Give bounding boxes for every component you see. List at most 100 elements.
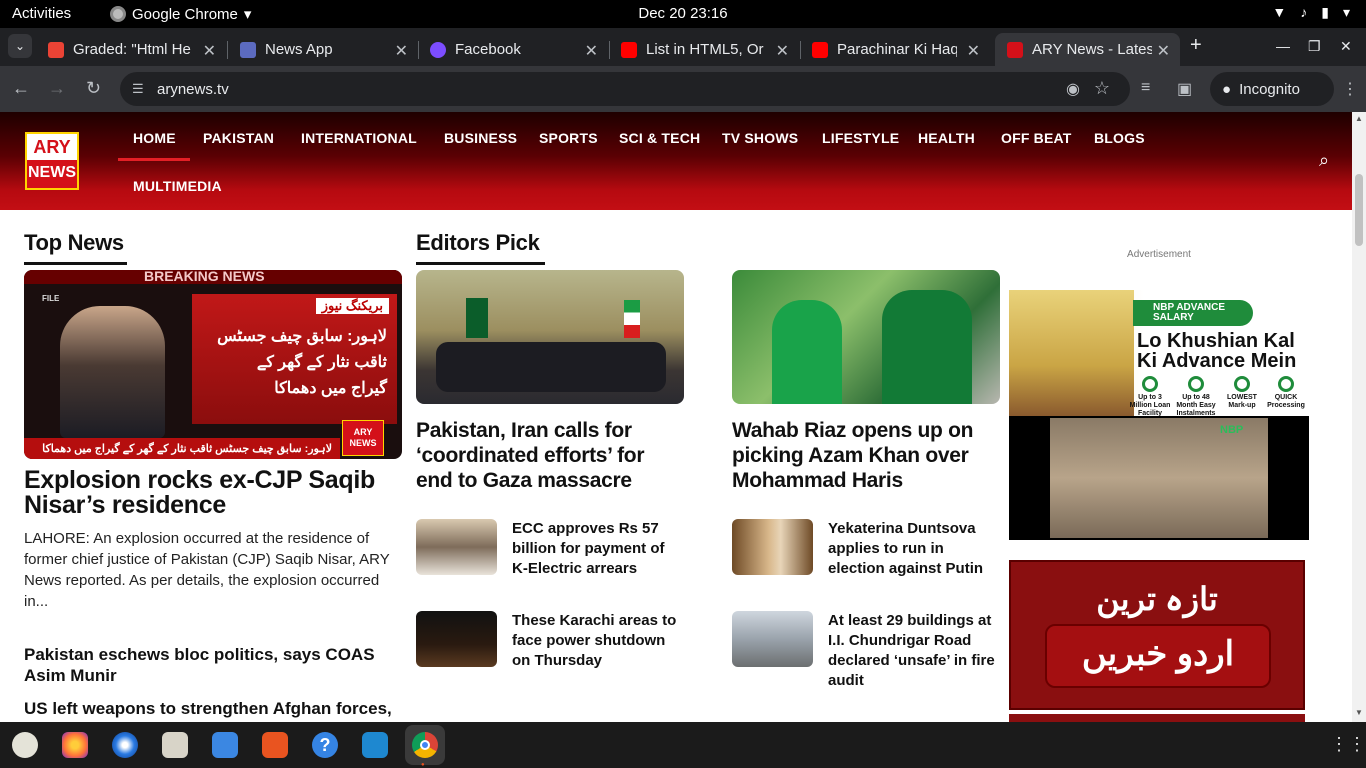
close-icon[interactable]: ✕ — [1157, 41, 1170, 61]
new-tab-plus-icon[interactable]: + — [1190, 34, 1202, 57]
close-icon[interactable]: ✕ — [776, 41, 789, 61]
down-arrow-icon — [1234, 376, 1250, 392]
url-text[interactable]: arynews.tv — [157, 81, 229, 98]
activities-button[interactable]: Activities — [12, 5, 71, 22]
small-headline-chundrigar[interactable]: At least 29 buildings at I.I. Chundrigar… — [828, 611, 1000, 691]
files-icon[interactable] — [162, 732, 188, 758]
close-icon[interactable]: ✕ — [585, 41, 598, 61]
thumb-karachi[interactable] — [416, 611, 497, 667]
nav-multimedia[interactable]: MULTIMEDIA — [133, 178, 222, 194]
app-grid-icon[interactable]: ⋮⋮⋮ — [1330, 734, 1366, 755]
scrollbar-thumb[interactable] — [1355, 174, 1363, 246]
nbp-video-logo: NBP — [1220, 424, 1244, 436]
ary-news-logo[interactable]: ARY NEWS — [25, 132, 79, 190]
running-indicator: ● — [421, 762, 425, 768]
eye-off-icon[interactable]: ◉ — [1066, 79, 1080, 99]
feature-headline-wahab[interactable]: Wahab Riaz opens up on picking Azam Khan… — [732, 418, 1000, 493]
firefox-icon[interactable] — [62, 732, 88, 758]
app-menu[interactable]: Google Chrome ▾ — [110, 5, 251, 23]
tab-graded[interactable]: Graded: "Html He ✕ — [36, 33, 226, 66]
bookmark-star-icon[interactable]: ☆ — [1094, 78, 1110, 99]
advert-people-photo — [1009, 290, 1134, 416]
tab-search-button[interactable]: ⌄ — [8, 34, 32, 58]
top-news-image[interactable]: BREAKING NEWS FILE بریکنگ نیوز لاہور: سا… — [24, 270, 402, 459]
tab-news-app[interactable]: News App ✕ — [228, 33, 418, 66]
close-icon[interactable]: ✕ — [203, 41, 216, 61]
news-link-us-weapons[interactable]: US left weapons to strengthen Afghan for… — [24, 698, 404, 720]
minimize-icon[interactable]: — — [1276, 38, 1290, 54]
advert-feature: QUICK Processing — [1263, 376, 1309, 410]
close-icon[interactable]: ✕ — [967, 41, 980, 61]
site-header: ARY NEWS HOME PAKISTAN INTERNATIONAL BUS… — [0, 112, 1352, 210]
nav-blogs[interactable]: BLOGS — [1094, 130, 1145, 146]
news-link-coas[interactable]: Pakistan eschews bloc politics, says COA… — [24, 644, 402, 686]
rhythmbox-icon[interactable] — [12, 732, 38, 758]
nav-lifestyle[interactable]: LIFESTYLE — [822, 130, 899, 146]
page-scrollbar[interactable]: ▲ ▼ — [1352, 112, 1366, 722]
advert-line-2: Ki Advance Mein — [1137, 350, 1297, 372]
nav-home[interactable]: HOME — [133, 130, 176, 146]
tab-ary-news[interactable]: ARY News - Latest ✕ — [995, 33, 1180, 66]
small-headline-ecc[interactable]: ECC approves Rs 57 billion for payment o… — [512, 519, 684, 579]
ary-news-favicon-icon — [1007, 41, 1023, 58]
nav-health[interactable]: HEALTH — [918, 130, 975, 146]
thumb-ecc[interactable] — [416, 519, 497, 575]
scroll-down-icon[interactable]: ▼ — [1355, 708, 1363, 717]
vscode-icon[interactable] — [362, 732, 388, 758]
media-control-icon[interactable]: ≡ — [1141, 79, 1150, 97]
chrome-dock-selected[interactable] — [405, 725, 445, 765]
section-title-top-news: Top News — [24, 230, 124, 255]
nbp-advert-banner[interactable]: NBP ADVANCE SALARY Lo Khushian Kal Ki Ad… — [1009, 290, 1309, 416]
nav-tv-shows[interactable]: TV SHOWS — [722, 130, 798, 146]
side-panel-icon[interactable]: ▣ — [1177, 79, 1192, 99]
scroll-up-icon[interactable]: ▲ — [1355, 114, 1363, 123]
calendar-icon — [1188, 376, 1204, 392]
advert-feature: Up to 3 Million Loan Facility — [1127, 376, 1173, 416]
incognito-indicator[interactable]: ● Incognito — [1210, 72, 1334, 106]
writer-icon[interactable] — [212, 732, 238, 758]
small-headline-karachi[interactable]: These Karachi areas to face power shutdo… — [512, 611, 684, 671]
tab-parachinar[interactable]: Parachinar Ki Haq ✕ — [800, 33, 990, 66]
editors-pick-image-iran[interactable] — [416, 270, 684, 404]
maximize-icon[interactable]: ❐ — [1308, 38, 1321, 55]
software-center-icon[interactable] — [262, 732, 288, 758]
close-window-icon[interactable]: ✕ — [1340, 38, 1352, 55]
feature-headline-iran[interactable]: Pakistan, Iran calls for ‘coordinated ef… — [416, 418, 684, 493]
kebab-menu-icon[interactable]: ⋮ — [1342, 79, 1358, 99]
section-title-editors-pick: Editors Pick — [416, 230, 540, 255]
nav-off-beat[interactable]: OFF BEAT — [1001, 130, 1072, 146]
youtube-icon — [621, 41, 637, 58]
nav-business[interactable]: BUSINESS — [444, 130, 517, 146]
system-tray[interactable]: ▼ ♪ ▮ ▾ — [1272, 4, 1350, 21]
top-news-summary: LAHORE: An explosion occurred at the res… — [24, 530, 390, 610]
urdu-breaking-tag: بریکنگ نیوز — [315, 298, 389, 314]
app-menu-label: Google Chrome — [132, 5, 238, 23]
top-news-headline[interactable]: Explosion rocks ex-CJP Saqib Nisar’s res… — [24, 468, 402, 518]
small-headline-duntsova[interactable]: Yekaterina Duntsova applies to run in el… — [828, 519, 1000, 579]
search-icon[interactable]: ⌕ — [1319, 150, 1329, 171]
thumb-duntsova[interactable] — [732, 519, 813, 575]
back-arrow-icon[interactable]: ← — [12, 78, 30, 99]
nav-international[interactable]: INTERNATIONAL — [301, 130, 417, 146]
close-icon[interactable]: ✕ — [395, 41, 408, 61]
thunderbird-icon[interactable] — [112, 732, 138, 758]
tab-list-html5[interactable]: List in HTML5, Or ✕ — [609, 33, 799, 66]
advertisement-label: Advertisement — [1127, 249, 1191, 260]
thumb-chundrigar[interactable] — [732, 611, 813, 667]
help-icon[interactable]: ? — [312, 732, 338, 758]
address-bar[interactable]: ☰ arynews.tv ◉ ☆ — [120, 72, 1130, 106]
tab-title: ARY News - Latest — [1032, 41, 1152, 58]
advert-feature: Up to 48 Month Easy Instalments — [1173, 376, 1219, 416]
nbp-video-advert[interactable]: NBP — [1009, 416, 1309, 540]
editors-pick-image-cricket[interactable] — [732, 270, 1000, 404]
reload-icon[interactable]: ↻ — [86, 78, 101, 99]
nav-sports[interactable]: SPORTS — [539, 130, 598, 146]
browser-toolbar: ← → ↻ ☰ arynews.tv ◉ ☆ ≡ ▣ ● Incognito ⋮ — [0, 66, 1366, 112]
urdu-banner-box: اردو خبریں — [1045, 624, 1271, 688]
nav-sci-tech[interactable]: SCI & TECH — [619, 130, 700, 146]
tab-facebook[interactable]: Facebook ✕ — [418, 33, 608, 66]
urdu-news-banner[interactable]: تازہ ترین اردو خبریں — [1009, 560, 1305, 710]
site-info-icon[interactable]: ☰ — [132, 81, 144, 97]
forward-arrow-icon[interactable]: → — [48, 78, 66, 99]
nav-pakistan[interactable]: PAKISTAN — [203, 130, 274, 146]
